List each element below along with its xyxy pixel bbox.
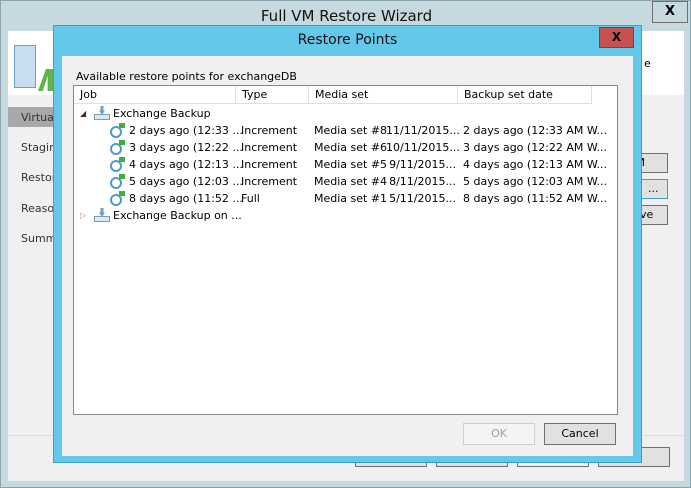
tree-group-row[interactable]: ◢ Exchange Backup	[74, 105, 617, 122]
restore-point-icon	[110, 191, 126, 206]
dialog-title: Restore Points	[297, 32, 398, 48]
column-header-media-set[interactable]: Media set	[309, 86, 458, 104]
backup-date-cell: 5 days ago (12:03 AM W...	[463, 175, 608, 188]
restore-point-icon	[110, 140, 126, 155]
job-cell: 4 days ago (12:13 ...	[129, 158, 243, 171]
dialog-close-button[interactable]: X	[599, 27, 634, 48]
backup-date-cell: 4 days ago (12:13 AM W...	[463, 158, 608, 171]
media-date-cell: 8/11/2015...	[389, 175, 456, 188]
type-cell: Increment	[241, 175, 298, 188]
tree-group-row[interactable]: ▷ Exchange Backup on ...	[74, 207, 617, 224]
column-header-type[interactable]: Type	[236, 86, 309, 104]
wizard-logo-icon	[14, 45, 36, 88]
collapsed-arrow-icon[interactable]: ▷	[80, 207, 86, 224]
dialog-content: Available restore points for exchangeDB …	[62, 56, 633, 456]
job-cell: 2 days ago (12:33 ...	[129, 124, 243, 137]
ok-button[interactable]: OK	[463, 423, 535, 445]
type-cell: Increment	[241, 141, 298, 154]
media-set-cell: Media set #1	[314, 192, 388, 205]
job-cell: 8 days ago (11:52 ...	[129, 192, 243, 205]
restore-point-row[interactable]: 5 days ago (12:03 ... Increment Media set …	[74, 173, 617, 190]
job-cell: 5 days ago (12:03 ...	[129, 175, 243, 188]
restore-point-icon	[110, 123, 126, 138]
type-cell: Increment	[241, 124, 298, 137]
backup-date-cell: 3 days ago (12:22 AM W...	[463, 141, 608, 154]
media-date-cell: 10/11/2015...	[386, 141, 460, 154]
backup-job-icon	[94, 208, 110, 223]
media-set-cell: Media set #5	[314, 158, 388, 171]
media-date-cell: 9/11/2015...	[389, 158, 456, 171]
media-date-cell: 5/11/2015...	[389, 192, 456, 205]
restore-points-dialog: Restore Points X Available restore point…	[53, 25, 642, 463]
restore-point-row[interactable]: 8 days ago (11:52 ... Full Media set #1 5/1…	[74, 190, 617, 207]
restore-point-row[interactable]: 2 days ago (12:33 ... Increment Media set …	[74, 122, 617, 139]
backup-date-cell: 2 days ago (12:33 AM W...	[463, 124, 608, 137]
header-text-tail: e	[644, 57, 651, 70]
restore-point-row[interactable]: 3 days ago (12:22 ... Increment Media set …	[74, 139, 617, 156]
type-cell: Increment	[241, 158, 298, 171]
job-cell: 3 days ago (12:22 ...	[129, 141, 243, 154]
green-arrow-icon	[38, 69, 54, 91]
restore-point-row[interactable]: 4 days ago (12:13 ... Increment Media set …	[74, 156, 617, 173]
media-date-cell: 11/11/2015...	[386, 124, 460, 137]
wizard-title: Full VM Restore Wizard	[260, 7, 433, 25]
column-header-job[interactable]: Job	[74, 86, 236, 104]
backup-job-icon	[94, 106, 110, 121]
column-header-backup-date[interactable]: Backup set date	[458, 86, 592, 104]
group-name: Exchange Backup on ...	[113, 209, 242, 222]
tree-rows: ◢ Exchange Backup 2 days ago (12:33 ... Inc…	[74, 105, 617, 224]
restore-points-tree[interactable]: Job Type Media set Backup set date ◢ Exch…	[73, 85, 618, 415]
cancel-button[interactable]: Cancel	[544, 423, 616, 445]
restore-point-icon	[110, 157, 126, 172]
type-cell: Full	[241, 192, 260, 205]
wizard-close-button[interactable]: X	[652, 1, 688, 23]
backup-date-cell: 8 days ago (11:52 AM W...	[463, 192, 608, 205]
group-name: Exchange Backup	[113, 107, 211, 120]
media-set-cell: Media set #8	[314, 124, 388, 137]
media-set-cell: Media set #6	[314, 141, 388, 154]
media-set-cell: Media set #4	[314, 175, 388, 188]
restore-point-icon	[110, 174, 126, 189]
caption-label: Available restore points for exchangeDB	[76, 70, 297, 83]
expanded-arrow-icon[interactable]: ◢	[80, 105, 86, 122]
